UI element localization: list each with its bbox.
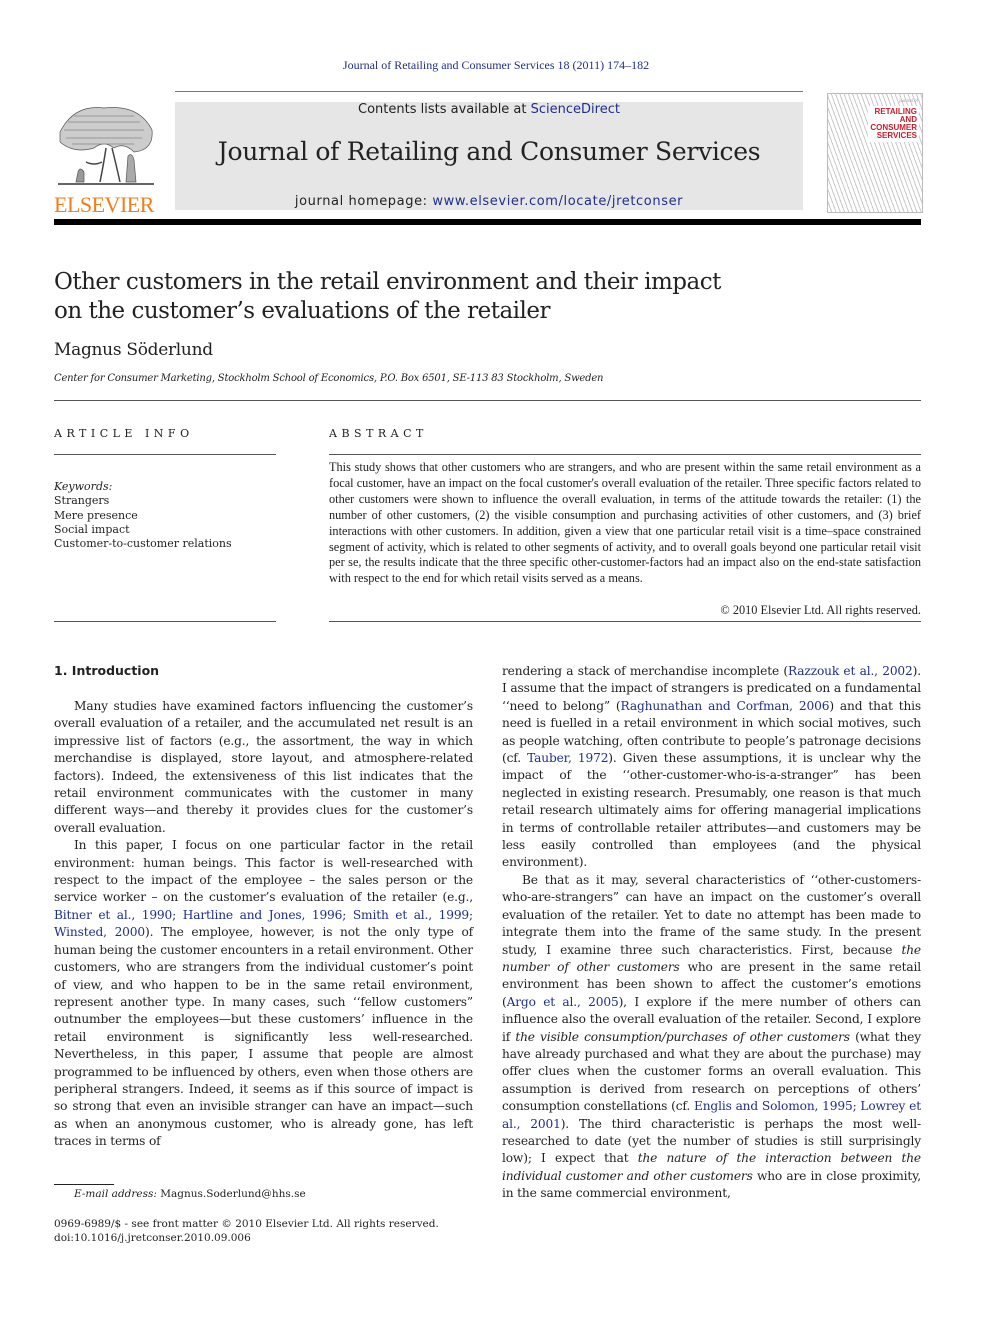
elsevier-logo[interactable]: ELSEVIER	[54, 102, 156, 217]
cover-small-text: journal of	[899, 98, 918, 103]
paragraph: rendering a stack of merchandise incompl…	[502, 663, 921, 872]
keyword-item: Social impact	[54, 522, 130, 536]
header-top-rule	[175, 91, 803, 92]
keyword-item: Mere presence	[54, 508, 138, 522]
elsevier-wordmark: ELSEVIER	[54, 192, 154, 217]
sciencedirect-link[interactable]: ScienceDirect	[531, 102, 620, 117]
paragraph: Be that as it may, several characteristi…	[502, 872, 921, 1203]
homepage-prefix: journal homepage:	[294, 194, 433, 209]
info-divider	[54, 454, 276, 455]
paragraph: Many studies have examined factors influ…	[54, 699, 473, 835]
contents-prefix: Contents lists available at	[358, 102, 531, 117]
abstract-copyright: © 2010 Elsevier Ltd. All rights reserved…	[720, 603, 921, 617]
homepage-link[interactable]: www.elsevier.com/locate/jretconser	[432, 194, 683, 209]
article-title: Other customers in the retail environmen…	[54, 268, 754, 326]
paragraph: In this paper, I focus on one particular…	[54, 837, 473, 1150]
citation-link[interactable]: Razzouk et al., 2002	[788, 664, 913, 678]
journal-homepage: journal homepage: www.elsevier.com/locat…	[175, 194, 803, 209]
keyword-item: Strangers	[54, 494, 110, 508]
citation-link[interactable]: Argo et al., 2005	[507, 995, 619, 1009]
elsevier-tree-icon	[58, 107, 154, 185]
journal-title: Journal of Retailing and Consumer Servic…	[217, 137, 761, 166]
footnote-email: E-mail address: Magnus.Soderlund@hhs.se	[74, 1188, 306, 1200]
text-run: Be that as it may, several characteristi…	[502, 872, 921, 957]
front-matter-line: 0969-6989/$ - see front matter © 2010 El…	[54, 1218, 439, 1230]
front-matter: 0969-6989/$ - see front matter © 2010 El…	[54, 1217, 439, 1245]
info-bottom-rule	[54, 621, 276, 622]
author-affiliation: Center for Consumer Marketing, Stockholm…	[54, 373, 604, 384]
text-run: rendering a stack of merchandise incompl…	[502, 664, 788, 678]
citation-link[interactable]: Tauber, 1972	[527, 751, 608, 765]
email-label: E-mail address:	[74, 1188, 157, 1200]
header-thick-rule	[54, 219, 921, 225]
emphasis: the visible consumption/purchases of oth…	[515, 1029, 850, 1044]
keyword-item: Customer-to-customer relations	[54, 537, 232, 551]
email-address[interactable]: Magnus.Soderlund@hhs.se	[157, 1188, 305, 1200]
contents-availability: Contents lists available at ScienceDirec…	[175, 102, 803, 117]
text-run: ). The employee, however, is not the onl…	[54, 925, 473, 1149]
abstract-text: This study shows that other customers wh…	[329, 460, 921, 586]
doi-link[interactable]: doi:10.1016/j.jretconser.2010.09.006	[54, 1231, 439, 1245]
cover-title-line: SERVICES	[876, 131, 917, 140]
keywords-label: Keywords:	[54, 480, 113, 493]
article-info-heading: ARTICLE INFO	[54, 427, 194, 440]
section-heading-introduction: 1. Introduction	[54, 663, 160, 678]
author-name: Magnus Söderlund	[54, 340, 213, 360]
running-head-citation[interactable]: Journal of Retailing and Consumer Servic…	[0, 58, 992, 73]
abstract-bottom-rule	[329, 621, 921, 622]
journal-cover-thumbnail[interactable]: journal of RETAILING AND CONSUMER SERVIC…	[827, 93, 923, 213]
footnote-rule	[54, 1184, 114, 1185]
body-column-left: Many studies have examined factors influ…	[54, 698, 473, 1151]
abstract-heading: ABSTRACT	[329, 427, 428, 440]
article-title-line: on the customer’s evaluations of the ret…	[54, 298, 550, 324]
cover-title: RETAILING AND CONSUMER SERVICES	[868, 106, 919, 142]
text-run: In this paper, I focus on one particular…	[54, 838, 473, 905]
citation-link[interactable]: Raghunathan and Corfman, 2006	[621, 699, 830, 713]
article-title-line: Other customers in the retail environmen…	[54, 269, 721, 295]
info-top-rule	[54, 400, 921, 401]
abstract-divider	[329, 454, 921, 455]
text-run: ). Given these assumptions, it is unclea…	[502, 751, 921, 870]
body-column-right: rendering a stack of merchandise incompl…	[502, 663, 921, 1203]
keywords-list: Keywords: Strangers Mere presence Social…	[54, 480, 232, 551]
